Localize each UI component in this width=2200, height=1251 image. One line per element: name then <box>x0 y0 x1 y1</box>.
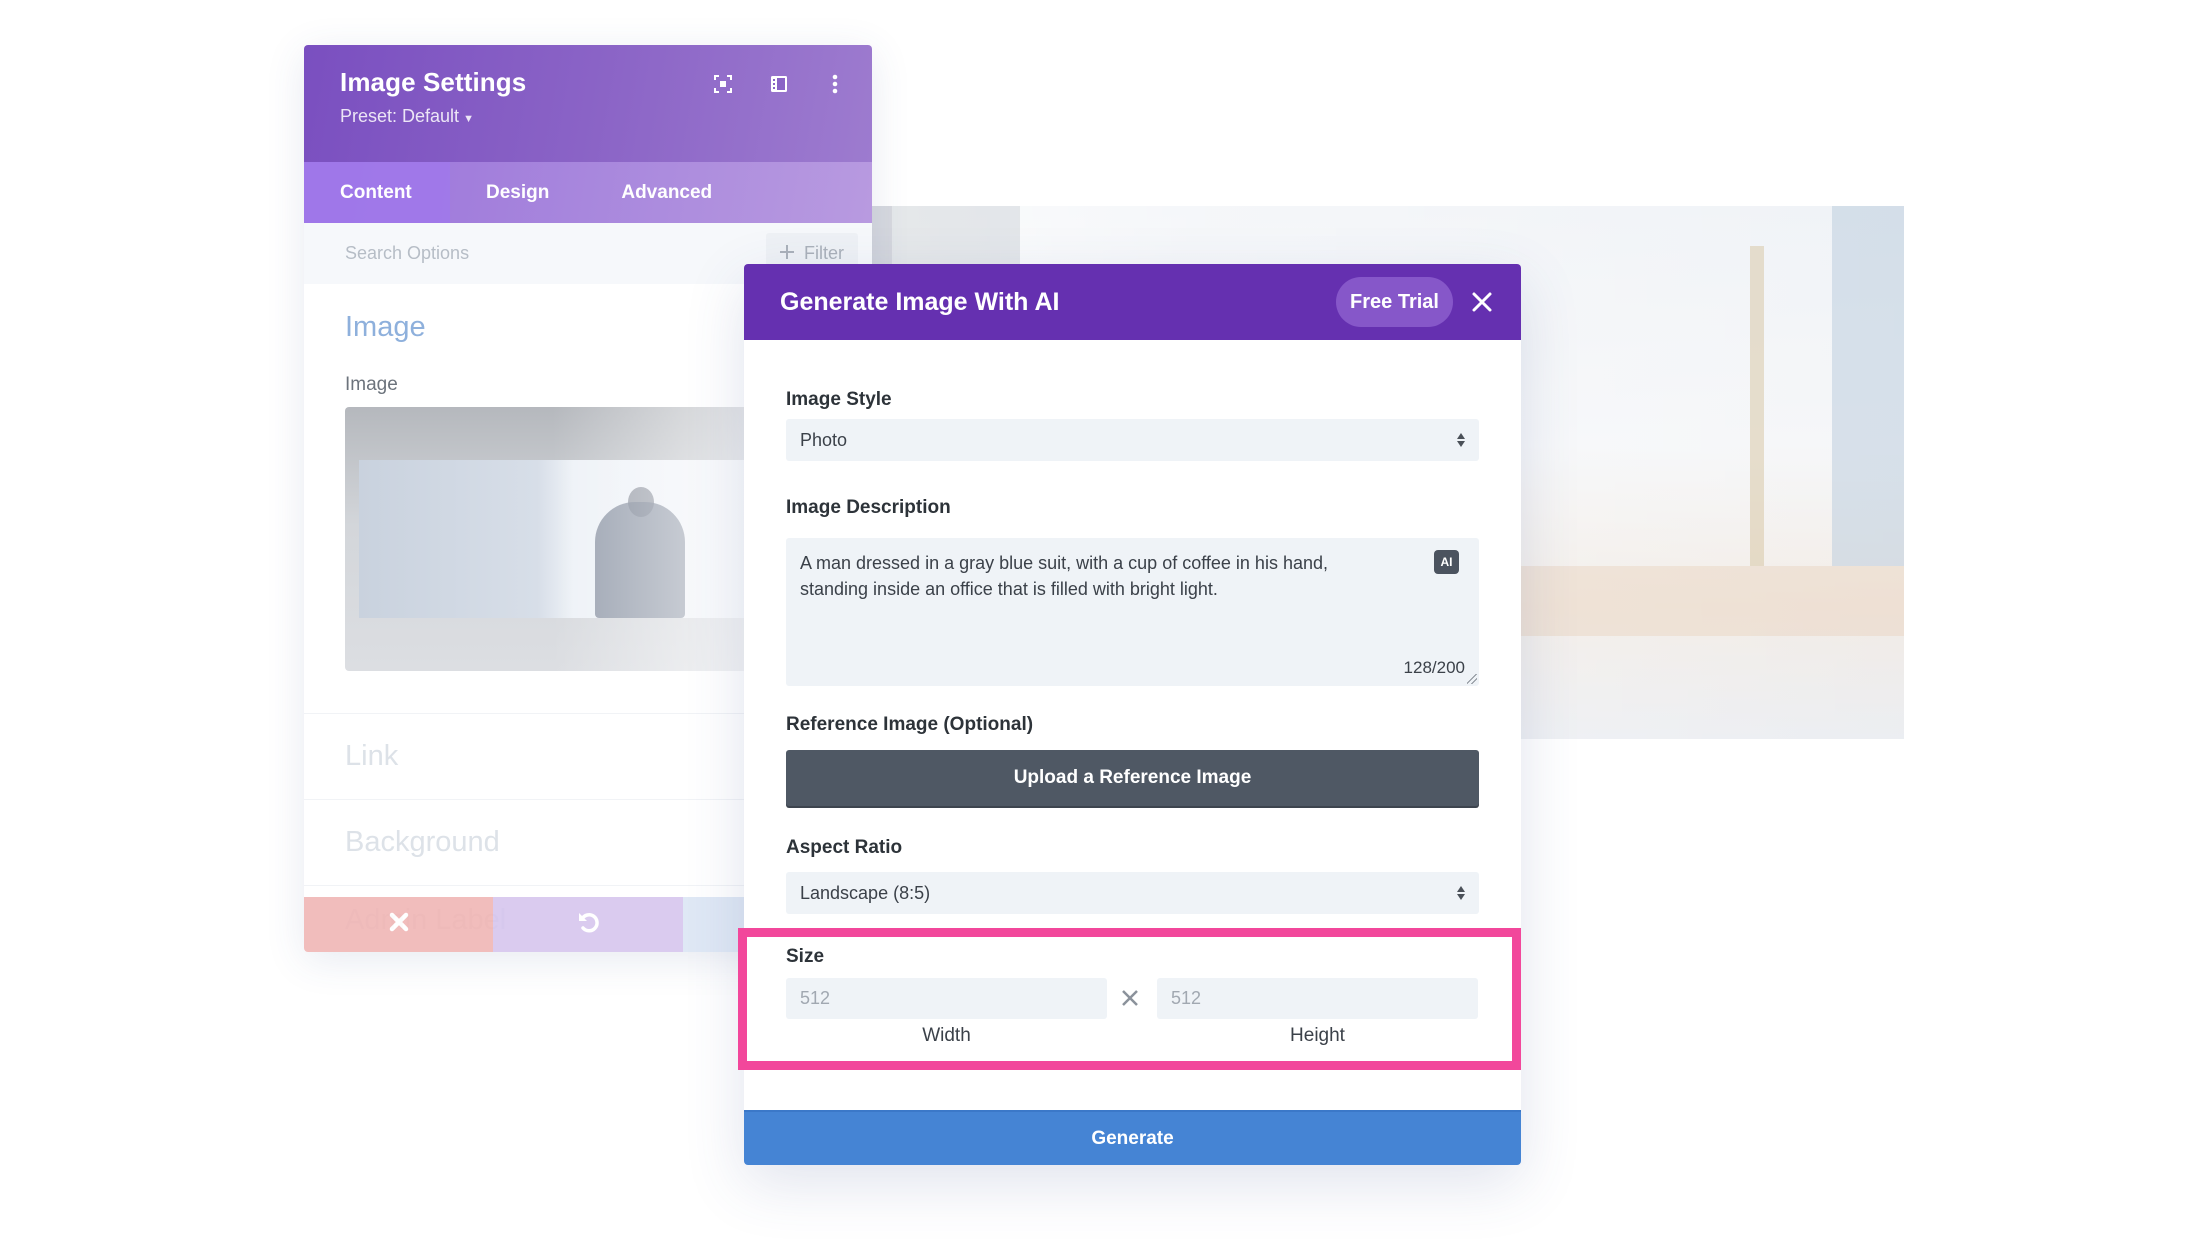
plus-icon <box>780 243 794 264</box>
reference-image-label: Reference Image (Optional) <box>786 714 1034 735</box>
ai-assist-button[interactable]: AI <box>1434 550 1459 574</box>
height-label: Height <box>1290 1025 1345 1046</box>
width-label: Width <box>922 1025 971 1046</box>
close-button[interactable] <box>1471 291 1493 313</box>
filter-label: Filter <box>804 243 844 263</box>
free-trial-button[interactable]: Free Trial <box>1336 277 1453 327</box>
photo-pillar-top <box>892 206 1020 266</box>
multiply-icon <box>1120 988 1140 1008</box>
image-style-label: Image Style <box>786 389 892 410</box>
image-description-label: Image Description <box>786 497 951 518</box>
panel-header: Image Settings Preset: Default ▼ <box>304 45 872 162</box>
search-options-input[interactable]: Search Options <box>345 243 469 264</box>
aspect-ratio-select[interactable]: Landscape (8:5) <box>786 872 1479 914</box>
image-style-select[interactable]: Photo <box>786 419 1479 461</box>
select-arrows-icon <box>1457 886 1465 900</box>
upload-reference-button[interactable]: Upload a Reference Image <box>786 750 1479 806</box>
undo-button[interactable] <box>493 897 683 952</box>
image-preview[interactable] <box>345 407 805 671</box>
select-arrows-icon <box>1457 433 1465 447</box>
undo-icon <box>576 910 600 939</box>
preset-selector[interactable]: Preset: Default ▼ <box>340 106 838 127</box>
preview-fade <box>345 407 805 671</box>
height-placeholder: 512 <box>1171 988 1202 1008</box>
photo-skyscraper <box>1832 206 1904 566</box>
size-label: Size <box>786 946 825 967</box>
image-description-textarea[interactable]: A man dressed in a gray blue suit, with … <box>786 538 1479 686</box>
tab-design[interactable]: Design <box>450 162 585 223</box>
tab-content[interactable]: Content <box>304 162 450 223</box>
modal-header: Generate Image With AI Free Trial <box>744 264 1521 340</box>
tab-advanced[interactable]: Advanced <box>585 162 748 223</box>
cancel-button[interactable] <box>304 897 494 952</box>
aspect-ratio-label: Aspect Ratio <box>786 837 903 858</box>
focus-mode-icon[interactable] <box>712 73 734 95</box>
width-input[interactable]: 512 <box>786 978 1107 1019</box>
image-style-value: Photo <box>800 429 848 450</box>
preset-label: Preset: Default <box>340 106 460 126</box>
sidebar-layout-icon[interactable] <box>768 73 790 95</box>
height-input[interactable]: 512 <box>1157 978 1478 1019</box>
modal-title: Generate Image With AI <box>780 287 1060 316</box>
cancel-icon <box>389 912 409 937</box>
close-icon <box>1472 292 1492 312</box>
more-options-icon[interactable] <box>824 73 846 95</box>
panel-header-icons <box>712 73 846 95</box>
resize-handle-icon[interactable] <box>1467 674 1477 684</box>
width-placeholder: 512 <box>800 988 831 1008</box>
caret-down-icon: ▼ <box>463 113 474 125</box>
generate-image-modal: Generate Image With AI Free Trial Image … <box>738 264 1521 1165</box>
generate-button[interactable]: Generate <box>744 1110 1521 1165</box>
character-count: 128/200 <box>1403 658 1465 677</box>
aspect-ratio-value: Landscape (8:5) <box>800 882 931 903</box>
panel-tabs: Content Design Advanced <box>304 162 872 223</box>
image-description-text: A man dressed in a gray blue suit, with … <box>800 553 1328 599</box>
photo-tower <box>1750 246 1764 566</box>
